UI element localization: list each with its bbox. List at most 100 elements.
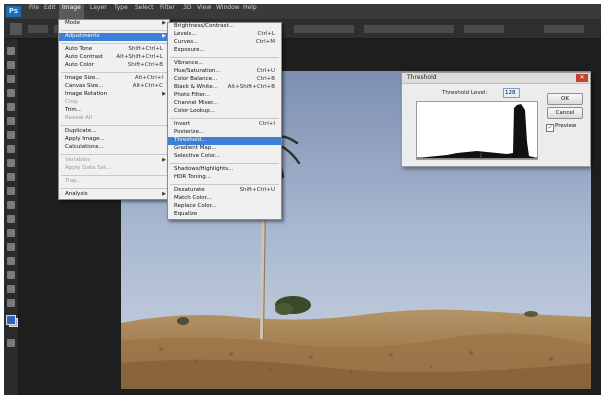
menu-item-adjustments[interactable]: Adjustments ▶ — [59, 33, 169, 41]
gradient-tool-icon[interactable] — [7, 201, 15, 209]
menu-item-variables[interactable]: Variables ▶ — [59, 157, 169, 165]
threshold-level-input[interactable]: 128 — [503, 88, 520, 98]
menu-separator — [61, 43, 167, 44]
image-menu-dropdown: Mode ▶ Adjustments ▶ Auto Tone Shift+Ctrl+L… — [58, 19, 170, 200]
menu-item-posterize[interactable]: Posterize... — [168, 129, 281, 137]
blur-tool-icon[interactable] — [7, 215, 15, 223]
menu-item-color-lookup[interactable]: Color Lookup... — [168, 108, 281, 116]
menu-item-photo-filter[interactable]: Photo Filter... — [168, 92, 281, 100]
menu-item-match-color[interactable]: Match Color... — [168, 195, 281, 203]
option-control[interactable] — [464, 25, 504, 33]
tools-panel — [4, 39, 19, 395]
menu-item-duplicate[interactable]: Duplicate... — [59, 128, 169, 136]
menu-edit[interactable]: Edit — [41, 4, 59, 19]
menu-item-invert[interactable]: Invert Ctrl+I — [168, 121, 281, 129]
menu-item-reveal-all[interactable]: Reveal All — [59, 115, 169, 123]
threshold-level-label: Threshold Level: — [442, 90, 488, 96]
menu-item-trim[interactable]: Trim... — [59, 107, 169, 115]
menu-item-levels[interactable]: Levels... Ctrl+L — [168, 31, 281, 39]
menu-item-auto-contrast[interactable]: Auto Contrast Alt+Shift+Ctrl+L — [59, 54, 169, 62]
menu-item-selective-color[interactable]: Selective Color... — [168, 153, 281, 161]
menu-separator — [61, 125, 167, 126]
menu-view[interactable]: View — [194, 4, 214, 19]
menu-item-crop[interactable]: Crop — [59, 99, 169, 107]
brush-tool-icon[interactable] — [7, 145, 15, 153]
lasso-tool-icon[interactable] — [7, 75, 15, 83]
menu-file[interactable]: File — [26, 4, 42, 19]
crop-tool-icon[interactable] — [7, 103, 15, 111]
menu-3d[interactable]: 3D — [180, 4, 194, 19]
path-selection-tool-icon[interactable] — [7, 271, 15, 279]
foreground-color-swatch[interactable] — [6, 315, 16, 325]
menu-item-hdr-toning[interactable]: HDR Toning... — [168, 174, 281, 182]
workspace-switcher[interactable] — [544, 25, 584, 33]
menu-item-exposure[interactable]: Exposure... — [168, 47, 281, 55]
menu-item-analysis[interactable]: Analysis ▶ — [59, 191, 169, 199]
option-control[interactable] — [294, 25, 354, 33]
dialog-title: Threshold — [407, 74, 437, 81]
dialog-title-bar[interactable]: Threshold ✕ — [402, 73, 590, 84]
menu-item-replace-color[interactable]: Replace Color... — [168, 203, 281, 211]
history-brush-tool-icon[interactable] — [7, 173, 15, 181]
menu-item-image-size[interactable]: Image Size... Alt+Ctrl+I — [59, 75, 169, 83]
menu-separator — [61, 72, 167, 73]
clone-stamp-tool-icon[interactable] — [7, 159, 15, 167]
menu-item-apply-image[interactable]: Apply Image... — [59, 136, 169, 144]
menu-window[interactable]: Window — [213, 4, 243, 19]
menu-type[interactable]: Type — [111, 4, 131, 19]
threshold-dialog: Threshold ✕ Threshold Level: 128 OK Canc… — [401, 72, 591, 167]
menu-separator — [61, 30, 167, 31]
menu-item-gradient-map[interactable]: Gradient Map... — [168, 145, 281, 153]
menu-layer[interactable]: Layer — [87, 4, 110, 19]
menu-item-equalize[interactable]: Equalize — [168, 211, 281, 219]
preview-checkbox[interactable]: ✓ — [546, 124, 554, 132]
current-tool-icon[interactable] — [10, 23, 22, 35]
type-tool-icon[interactable] — [7, 257, 15, 265]
option-control[interactable] — [28, 25, 48, 33]
menu-select[interactable]: Select — [132, 4, 157, 19]
menu-item-auto-color[interactable]: Auto Color Shift+Ctrl+B — [59, 62, 169, 70]
menu-item-desaturate[interactable]: Desaturate Shift+Ctrl+U — [168, 187, 281, 195]
menu-item-mode[interactable]: Mode ▶ — [59, 20, 169, 28]
menu-filter[interactable]: Filter — [157, 4, 178, 19]
menu-help[interactable]: Help — [240, 4, 260, 19]
menu-item-canvas-size[interactable]: Canvas Size... Alt+Ctrl+C — [59, 83, 169, 91]
menu-item-auto-tone[interactable]: Auto Tone Shift+Ctrl+L — [59, 46, 169, 54]
zoom-tool-icon[interactable] — [7, 299, 15, 307]
menu-item-trap[interactable]: Trap... — [59, 178, 169, 186]
eyedropper-tool-icon[interactable] — [7, 117, 15, 125]
menu-item-color-balance[interactable]: Color Balance... Ctrl+B — [168, 76, 281, 84]
app-logo: Ps — [6, 6, 21, 17]
menu-item-calculations[interactable]: Calculations... — [59, 144, 169, 152]
menu-item-shadows-highlights[interactable]: Shadows/Highlights... — [168, 166, 281, 174]
move-tool-icon[interactable] — [7, 47, 15, 55]
menu-item-brightness-contrast[interactable]: Brightness/Contrast... — [168, 23, 281, 31]
menu-item-curves[interactable]: Curves... Ctrl+M — [168, 39, 281, 47]
marquee-tool-icon[interactable] — [7, 61, 15, 69]
menu-item-black-white[interactable]: Black & White... Alt+Shift+Ctrl+B — [168, 84, 281, 92]
shape-tool-icon[interactable] — [7, 285, 15, 293]
histogram-graph — [417, 104, 537, 159]
healing-tool-icon[interactable] — [7, 131, 15, 139]
quick-mask-icon[interactable] — [7, 339, 15, 347]
option-control[interactable] — [364, 25, 454, 33]
pen-tool-icon[interactable] — [7, 243, 15, 251]
menu-item-image-rotation[interactable]: Image Rotation ▶ — [59, 91, 169, 99]
ok-button[interactable]: OK — [547, 93, 583, 105]
menu-separator — [170, 118, 279, 119]
dodge-tool-icon[interactable] — [7, 229, 15, 237]
menu-image[interactable]: Image — [59, 4, 84, 19]
menu-item-channel-mixer[interactable]: Channel Mixer... — [168, 100, 281, 108]
quick-select-tool-icon[interactable] — [7, 89, 15, 97]
menu-separator — [170, 163, 279, 164]
menu-item-apply-data-set[interactable]: Apply Data Set... — [59, 165, 169, 173]
threshold-histogram[interactable] — [416, 101, 538, 160]
cancel-button[interactable]: Cancel — [547, 107, 583, 119]
menu-item-hue-saturation[interactable]: Hue/Saturation... Ctrl+U — [168, 68, 281, 76]
eraser-tool-icon[interactable] — [7, 187, 15, 195]
menu-separator — [61, 154, 167, 155]
close-icon[interactable]: ✕ — [576, 74, 588, 82]
menu-item-threshold[interactable]: Threshold... — [168, 137, 281, 145]
menu-item-vibrance[interactable]: Vibrance... — [168, 60, 281, 68]
adjustments-submenu: Brightness/Contrast... Levels... Ctrl+L C… — [167, 22, 282, 220]
